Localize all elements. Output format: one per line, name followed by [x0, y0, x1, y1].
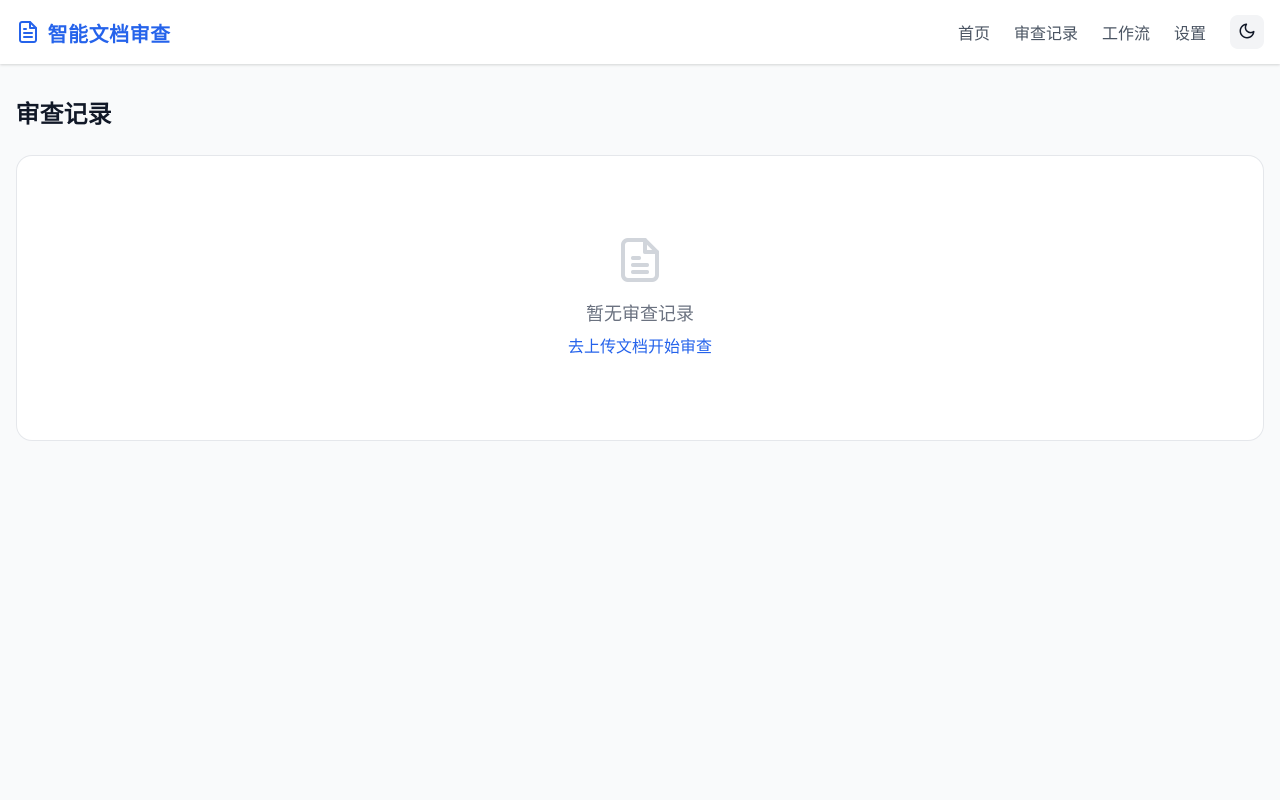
- empty-state-card: 暂无审查记录 去上传文档开始审查: [16, 155, 1264, 441]
- nav-link-workflow[interactable]: 工作流: [1102, 20, 1150, 44]
- main-nav: 首页 审查记录 工作流 设置: [958, 15, 1264, 49]
- nav-link-review-records[interactable]: 审查记录: [1014, 20, 1078, 44]
- empty-state-message: 暂无审查记录: [586, 304, 694, 325]
- brand-title: 智能文档审查: [48, 21, 171, 46]
- moon-icon: [1238, 22, 1256, 43]
- upload-document-link[interactable]: 去上传文档开始审查: [568, 335, 712, 359]
- nav-link-home[interactable]: 首页: [958, 20, 990, 44]
- nav-link-settings[interactable]: 设置: [1174, 20, 1206, 44]
- document-icon: [16, 20, 40, 44]
- theme-toggle-button[interactable]: [1230, 15, 1264, 49]
- brand[interactable]: 智能文档审查: [16, 18, 171, 47]
- page-title: 审查记录: [16, 100, 112, 128]
- main-content: 审查记录 暂无审查记录 去上传文档开始审查: [16, 64, 1264, 441]
- top-navbar: 智能文档审查 首页 审查记录 工作流 设置: [0, 0, 1280, 64]
- document-icon: [620, 237, 660, 287]
